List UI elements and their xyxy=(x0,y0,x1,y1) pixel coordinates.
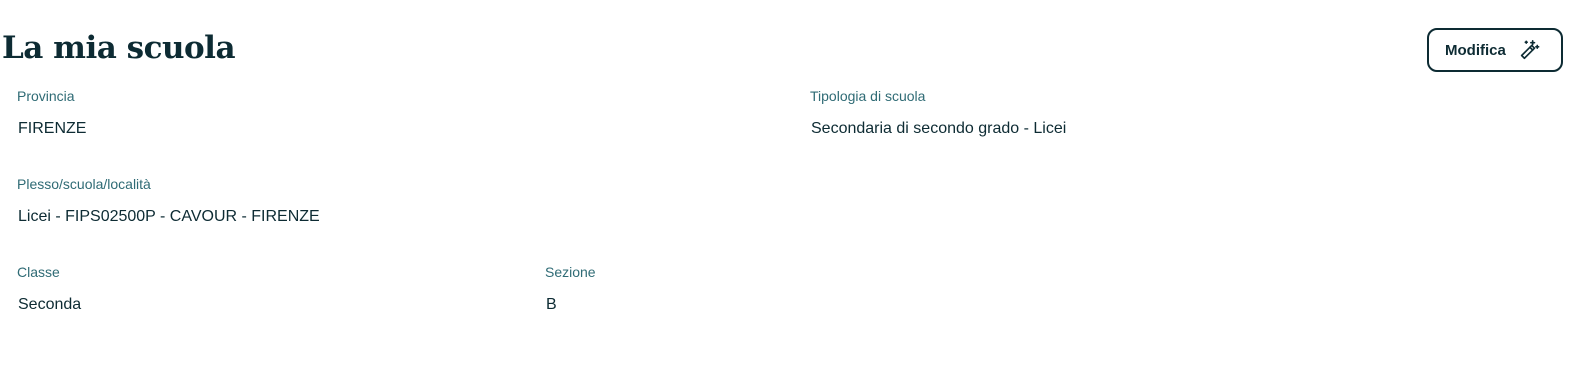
sezione-label: Sezione xyxy=(545,264,596,280)
edit-button-label: Modifica xyxy=(1445,41,1506,59)
plesso-label: Plesso/scuola/località xyxy=(17,176,151,192)
classe-value: Seconda xyxy=(18,296,82,313)
tipologia-label: Tipologia di scuola xyxy=(810,88,926,104)
field-plesso: Plesso/scuola/località Licei - FIPS02500… xyxy=(17,175,320,227)
field-tipologia: Tipologia di scuola Secondaria di second… xyxy=(810,87,1066,139)
magic-wand-icon xyxy=(1518,39,1540,61)
tipologia-value: Secondaria di secondo grado - Licei xyxy=(811,120,1067,137)
edit-button[interactable]: Modifica xyxy=(1427,28,1563,72)
provincia-value: FIRENZE xyxy=(18,120,87,137)
plesso-value: Licei - FIPS02500P - CAVOUR - FIRENZE xyxy=(18,208,320,225)
field-classe: Classe Seconda xyxy=(17,263,81,315)
field-sezione: Sezione B xyxy=(545,263,596,315)
classe-label: Classe xyxy=(17,264,60,280)
sezione-value: B xyxy=(546,296,557,313)
school-profile-page: La mia scuola Modifica Provincia FIRENZE… xyxy=(0,0,1573,368)
page-title: La mia scuola xyxy=(2,30,236,66)
field-provincia: Provincia FIRENZE xyxy=(17,87,86,139)
provincia-label: Provincia xyxy=(17,88,75,104)
